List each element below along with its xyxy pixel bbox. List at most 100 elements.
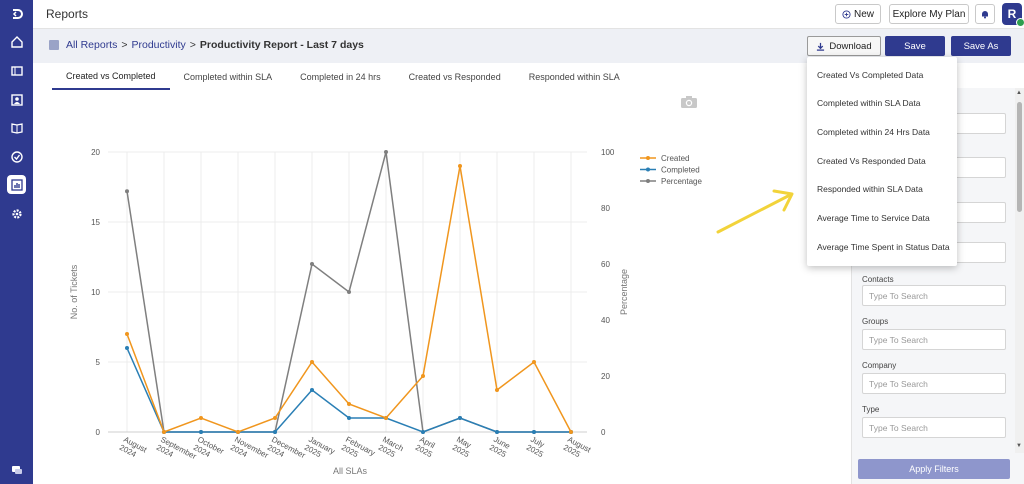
home-icon[interactable] [7, 32, 26, 51]
app-title: Reports [46, 7, 89, 21]
ticket-icon[interactable] [7, 61, 26, 80]
bell-icon [982, 11, 988, 19]
legend-marker-completed [646, 167, 650, 172]
online-status-icon [1016, 18, 1024, 27]
data-point-completed [125, 346, 129, 350]
tab-created-vs-completed[interactable]: Created vs Completed [52, 63, 170, 90]
contacts-search-input[interactable]: Type To Search [862, 285, 1006, 306]
x-tick-label: June2025 [488, 435, 513, 460]
filter-label-type: Type [862, 405, 880, 414]
top-bar: Reports New Explore My Plan R [33, 0, 1024, 29]
save-button[interactable]: Save [885, 36, 945, 56]
tab-responded-within-sla[interactable]: Responded within SLA [515, 63, 634, 90]
type-search-input[interactable]: Type To Search [862, 417, 1006, 438]
y2-tick-label: 40 [601, 316, 610, 325]
y-axis-title: No. of Tickets [69, 264, 79, 319]
scrollbar-thumb[interactable] [1017, 102, 1022, 212]
knowledge-base-icon[interactable] [7, 118, 26, 137]
filter-label-contacts: Contacts [862, 275, 894, 284]
menu-item-responded-within-sla[interactable]: Responded within SLA Data [817, 184, 923, 194]
annotation-arrow-icon [716, 189, 794, 234]
chat-bubble-icon[interactable] [7, 460, 26, 479]
data-point-completed [310, 388, 314, 392]
x-tick-label: August2024 [118, 435, 149, 463]
legend-marker-percentage [646, 179, 650, 183]
x-tick-label: March2025 [377, 435, 405, 461]
tab-created-vs-responded[interactable]: Created vs Responded [395, 63, 515, 90]
y2-tick-label: 80 [601, 204, 610, 213]
menu-item-created-vs-responded[interactable]: Created Vs Responded Data [817, 156, 926, 166]
download-label: Download [829, 40, 872, 52]
y2-tick-label: 60 [601, 260, 610, 269]
menu-item-created-vs-completed[interactable]: Created Vs Completed Data [817, 70, 923, 80]
y-tick-label: 15 [91, 218, 100, 227]
data-point-created [199, 416, 203, 420]
data-point-created [569, 430, 573, 434]
menu-item-average-time-to-service[interactable]: Average Time to Service Data [817, 213, 930, 223]
x-tick-label: April2025 [414, 435, 439, 460]
breadcrumb-separator: > [121, 39, 128, 51]
data-point-percentage [384, 150, 388, 154]
tab-completed-in-24-hrs[interactable]: Completed in 24 hrs [286, 63, 395, 90]
scroll-up-icon[interactable]: ▲ [1016, 90, 1022, 96]
productivity-line-chart: 0 5 10 15 20 0 20 40 60 80 100 August2024 September2… [69, 148, 702, 476]
legend-label-percentage: Percentage [661, 177, 702, 186]
apply-filters-button[interactable]: Apply Filters [858, 459, 1010, 479]
data-point-created [458, 164, 462, 168]
x-tick-label: November2024 [229, 435, 270, 468]
report-tabs: Created vs Completed Completed within SL… [52, 63, 634, 90]
data-point-completed [347, 416, 351, 420]
camera-icon[interactable] [680, 95, 698, 114]
scroll-down-icon[interactable]: ▼ [1016, 443, 1022, 449]
y-tick-label: 5 [96, 358, 101, 367]
x-tick-label: December2024 [266, 435, 307, 468]
data-point-created [125, 332, 129, 336]
data-point-created [310, 360, 314, 364]
x-tick-label: July2025 [525, 435, 550, 460]
reports-icon[interactable] [7, 175, 26, 194]
company-search-input[interactable]: Type To Search [862, 373, 1006, 394]
explore-plan-button[interactable]: Explore My Plan [889, 4, 969, 24]
filter-scrollbar[interactable]: ▲ ▼ [1015, 88, 1024, 453]
data-point-completed [199, 430, 203, 434]
data-point-created [495, 388, 499, 392]
x-axis-title: All SLAs [333, 466, 368, 476]
user-avatar[interactable]: R [1002, 3, 1024, 27]
y2-tick-label: 0 [601, 428, 606, 437]
notifications-button[interactable] [975, 4, 995, 24]
menu-item-average-time-in-status[interactable]: Average Time Spent in Status Data [817, 242, 950, 252]
breadcrumb-productivity[interactable]: Productivity [132, 39, 186, 51]
page-title: Productivity Report - Last 7 days [199, 39, 364, 51]
contacts-icon[interactable] [7, 90, 26, 109]
x-tick-label: January2025 [303, 435, 337, 464]
data-point-percentage [125, 189, 129, 194]
data-point-created [421, 374, 425, 378]
tab-completed-within-sla[interactable]: Completed within SLA [170, 63, 287, 90]
groups-search-input[interactable]: Type To Search [862, 329, 1006, 350]
legend-marker-created [646, 156, 650, 160]
data-point-completed [458, 416, 462, 420]
new-button[interactable]: New [835, 4, 881, 24]
new-button-label: New [853, 8, 874, 20]
data-point-completed [532, 430, 536, 434]
breadcrumb: All Reports > Productivity > Productivit… [49, 39, 364, 51]
data-point-completed [421, 430, 425, 434]
data-point-percentage [310, 262, 314, 266]
left-nav-rail [0, 0, 33, 484]
data-point-created [532, 360, 536, 364]
data-point-created [273, 416, 277, 420]
tasks-icon[interactable] [7, 147, 26, 166]
avatar-initial: R [1007, 7, 1017, 21]
legend-label-created: Created [661, 154, 689, 163]
app-logo-icon[interactable] [7, 4, 26, 23]
menu-item-completed-within-sla[interactable]: Completed within SLA Data [817, 98, 920, 108]
breadcrumb-all-reports[interactable]: All Reports [66, 39, 117, 51]
settings-gear-icon[interactable] [7, 204, 26, 223]
download-button[interactable]: Download [807, 36, 881, 56]
download-icon [817, 42, 825, 51]
y2-tick-label: 20 [601, 372, 610, 381]
menu-item-completed-within-24-hrs[interactable]: Completed within 24 Hrs Data [817, 127, 930, 137]
data-point-created [236, 430, 240, 434]
x-tick-label: August2025 [562, 435, 593, 463]
save-as-button[interactable]: Save As [951, 36, 1011, 56]
